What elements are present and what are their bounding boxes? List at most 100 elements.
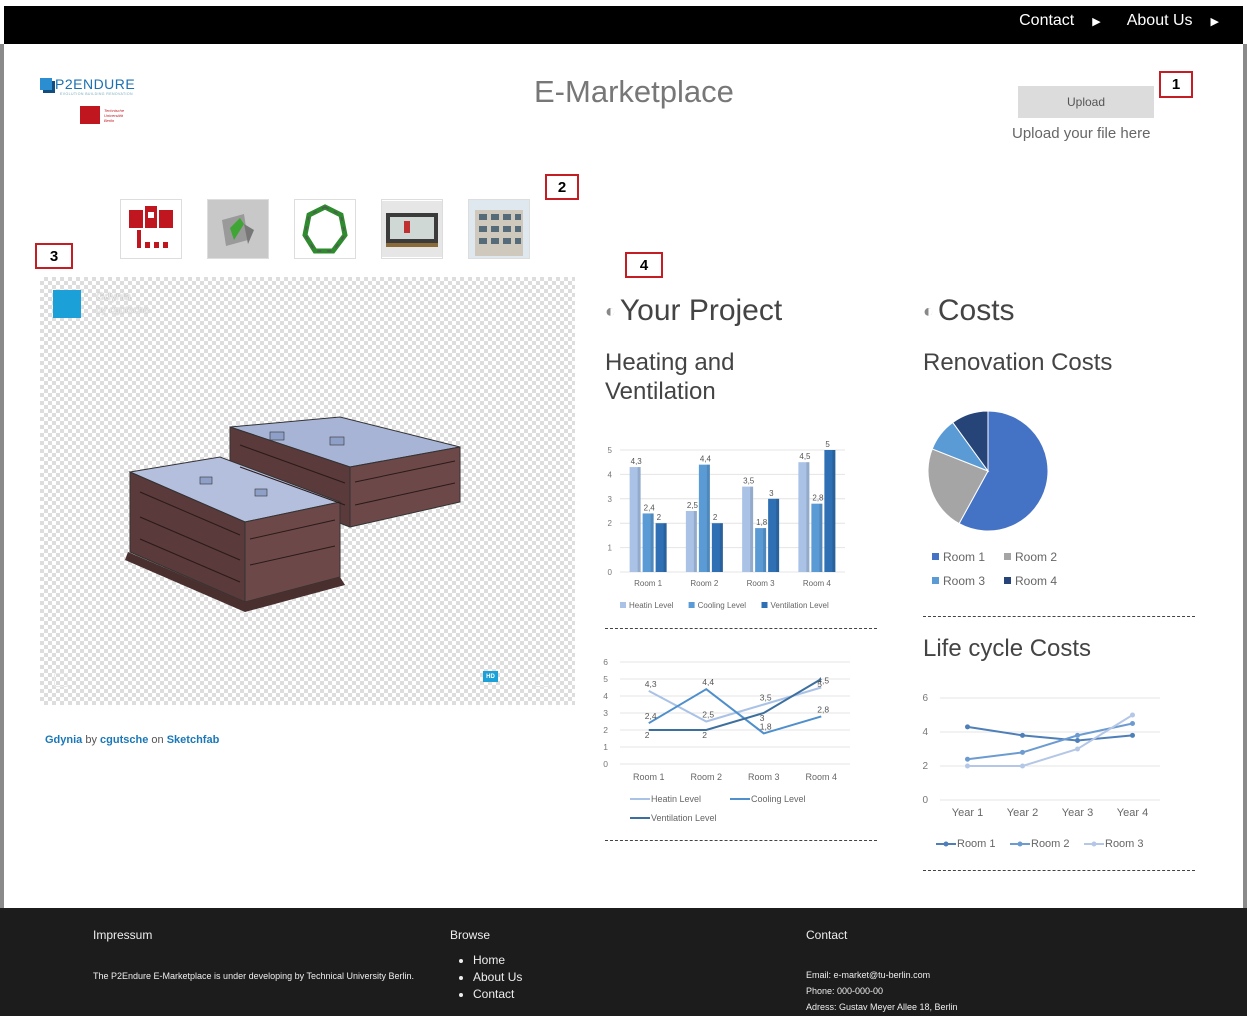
3d-model-viewer[interactable]: Gdynia by cgutsche HD xyxy=(40,277,575,705)
line-point xyxy=(1075,746,1080,752)
bar-data-label: 2 xyxy=(713,513,718,522)
line-data-label: 4,3 xyxy=(645,679,657,689)
annotation-marker-1: 1 xyxy=(1159,71,1193,98)
footer-impressum-heading: Impressum xyxy=(93,928,153,942)
ring-structure-icon xyxy=(302,204,348,254)
line-series-2 xyxy=(967,714,1134,767)
upload-button[interactable]: Upload xyxy=(1018,86,1154,118)
bar-shade xyxy=(693,511,697,572)
pie-legend-swatch xyxy=(932,577,939,584)
bar-shade xyxy=(650,513,654,572)
footer-email[interactable]: Email: e-market@tu-berlin.com xyxy=(806,970,930,980)
life-cycle-costs-line-chart: 0 2 4 6 Year 1 Year 2 Year 3 Year 4 Room 1 Room 2… xyxy=(922,693,1160,850)
top-navbar: Contact ▶ About Us ▶ xyxy=(4,6,1243,44)
line-chart-ytick: 2 xyxy=(603,725,608,735)
bar-chart-ytick: 3 xyxy=(608,495,613,504)
bar-data-label: 2,8 xyxy=(812,494,824,503)
credit-author-link[interactable]: cgutsche xyxy=(100,734,148,746)
tu-berlin-text: Technische Universität Berlin xyxy=(104,107,125,123)
line-chart-ytick: 6 xyxy=(603,657,608,667)
bar-legend-swatch xyxy=(688,602,695,608)
bar-chart-category-label: Room 1 xyxy=(634,579,663,588)
tu-berlin-logo: Technische Universität Berlin xyxy=(80,106,124,124)
page: Contact ▶ About Us ▶ P2ENDURE EVOLUTION … xyxy=(0,0,1247,1016)
line-chart-category-label: Year 3 xyxy=(1062,807,1093,819)
line-chart-ytick: 4 xyxy=(603,691,608,701)
credit-model-link[interactable]: Gdynia xyxy=(45,734,82,746)
heating-ventilation-line1: Heating and xyxy=(605,349,735,376)
bar-data-label: 4,4 xyxy=(700,455,712,464)
right-border xyxy=(1243,44,1247,908)
line-chart-category-label: Room 2 xyxy=(690,772,722,782)
line-chart-category-label: Room 4 xyxy=(805,772,837,782)
bar-shade xyxy=(806,462,810,572)
thumbnail-3d-model[interactable] xyxy=(207,199,269,259)
panel-component-icon xyxy=(382,201,442,257)
line-chart-ytick: 6 xyxy=(922,693,928,704)
line-chart-category-label: Year 4 xyxy=(1117,807,1148,819)
nav-about-arrow-icon[interactable]: ▶ xyxy=(1211,15,1219,28)
bar-chart-ytick: 5 xyxy=(608,446,613,455)
p2endure-logo-mark-icon xyxy=(40,78,52,90)
heating-ventilation-bar-chart: 0123454,32,42Room 12,54,42Room 23,51,83R… xyxy=(608,440,845,610)
bar-chart-ytick: 2 xyxy=(608,519,613,528)
costs-title: Costs xyxy=(937,294,1015,327)
pie-legend-swatch xyxy=(932,553,939,560)
bar-chart-category-label: Room 4 xyxy=(803,579,832,588)
left-border xyxy=(0,44,4,908)
viewer-fullscreen-icon[interactable] xyxy=(535,673,549,687)
footer-link-home[interactable]: Home xyxy=(473,952,522,969)
thumbnail-building-plan[interactable] xyxy=(120,199,182,259)
bar-chart-category-label: Room 3 xyxy=(747,579,776,588)
credit-platform-link[interactable]: Sketchfab xyxy=(167,734,220,746)
bar-data-label: 5 xyxy=(825,440,830,449)
line-data-label: 3 xyxy=(760,713,765,723)
nav-about-link[interactable]: About Us xyxy=(1127,12,1193,30)
bar-data-label: 4,5 xyxy=(799,452,811,461)
line-point xyxy=(965,763,970,769)
p2endure-logo[interactable]: P2ENDURE EVOLUTION BUILDING RENOVATION T… xyxy=(40,76,150,134)
annotation-marker-3: 3 xyxy=(35,243,73,269)
hd-toggle-button[interactable]: HD xyxy=(483,671,498,682)
credit-by-text: by xyxy=(85,734,97,746)
line-point xyxy=(1130,712,1135,718)
thumbnail-panel-component[interactable] xyxy=(381,199,443,259)
3d-model-icon xyxy=(208,200,268,258)
section-divider xyxy=(605,840,877,841)
bar-chart-ytick: 0 xyxy=(608,568,613,577)
nav-contact-arrow-icon[interactable]: ▶ xyxy=(1092,15,1100,28)
line-legend-label: Room 3 xyxy=(1105,838,1144,850)
life-cycle-costs-heading: Life cycle Costs xyxy=(923,635,1092,662)
footer-contact-heading: Contact xyxy=(806,928,848,942)
bar-legend-label: Ventilation Level xyxy=(771,601,829,610)
section-divider xyxy=(923,616,1195,617)
credit-on-text: on xyxy=(151,734,164,746)
footer-link-contact[interactable]: Contact xyxy=(473,986,522,1003)
footer: Impressum The P2Endure E-Marketplace is … xyxy=(0,908,1247,1016)
pie-legend-swatch xyxy=(1004,553,1011,560)
line-data-label: 2,5 xyxy=(702,710,714,720)
helmet-icon: ◐ xyxy=(923,300,934,321)
line-data-label: 4,4 xyxy=(702,677,714,687)
bar-data-label: 2 xyxy=(657,513,662,522)
line-chart-ytick: 3 xyxy=(603,708,608,718)
bar-data-label: 2,5 xyxy=(687,501,699,510)
viewer-info-icon[interactable] xyxy=(54,673,68,687)
pie-legend-swatch xyxy=(1004,577,1011,584)
annotation-marker-4: 4 xyxy=(625,252,663,278)
heating-ventilation-line-chart: 01234564,32,53,54,52,44,41,82,82 235Room … xyxy=(603,657,850,823)
line-legend-label: Ventilation Level xyxy=(651,813,717,823)
logo-tagline: EVOLUTION BUILDING RENOVATION xyxy=(60,92,133,96)
bar-shade xyxy=(819,503,823,572)
pie-legend-label: Room 3 xyxy=(943,574,985,588)
nav-contact-link[interactable]: Contact xyxy=(1019,12,1074,30)
thumbnail-ring-structure[interactable] xyxy=(294,199,356,259)
model-credit: Gdynia by cgutsche on Sketchfab xyxy=(45,734,219,746)
line-point xyxy=(1020,763,1025,769)
line-chart-ytick: 2 xyxy=(922,761,928,772)
line-data-label: 2 xyxy=(702,730,707,740)
your-project-title: Your Project xyxy=(619,294,783,327)
thumbnail-building-photo[interactable] xyxy=(468,199,530,259)
footer-link-about[interactable]: About Us xyxy=(473,969,522,986)
line-chart-ytick: 5 xyxy=(603,674,608,684)
